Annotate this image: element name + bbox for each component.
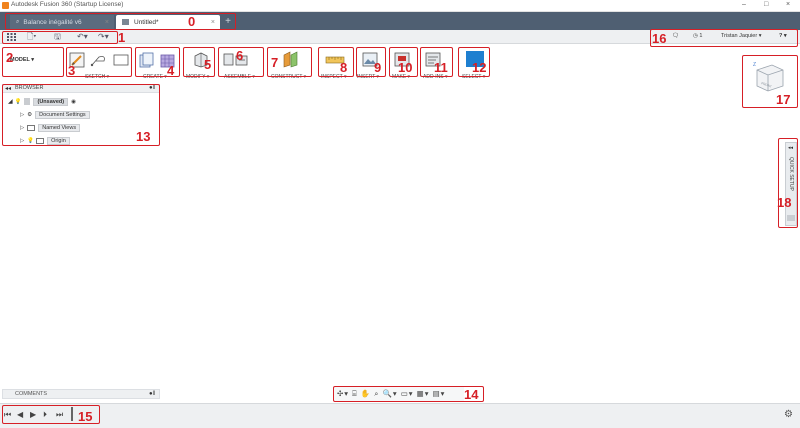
timeline-settings-gear-icon[interactable]: ⚙ — [784, 409, 793, 420]
title-bar: Autodesk Fusion 360 (Startup License) – … — [0, 0, 800, 12]
minimize-button[interactable]: – — [742, 1, 746, 8]
callout-number-10: 10 — [398, 60, 413, 75]
callout-number-18: 18 — [777, 195, 792, 210]
fusion-logo-icon — [2, 2, 9, 9]
comments-panel-header[interactable]: COMMENTS ●‖ — [2, 389, 160, 399]
callout-box-9 — [356, 47, 386, 77]
window-title: Autodesk Fusion 360 (Startup License) — [11, 1, 124, 8]
callout-number-3: 3 — [68, 63, 76, 78]
callout-box-14 — [333, 386, 484, 402]
callout-number-16: 16 — [652, 31, 667, 46]
callout-box-8 — [318, 47, 354, 77]
callout-box-1 — [2, 31, 118, 44]
close-window-button[interactable]: × — [786, 1, 790, 8]
callout-number-11: 11 — [434, 60, 448, 75]
callout-box-18 — [778, 138, 798, 228]
comments-toggle-icon[interactable]: ●‖ — [149, 391, 155, 397]
callout-number-14: 14 — [464, 387, 479, 402]
callout-number-2: 2 — [6, 50, 14, 65]
callout-number-0: 0 — [188, 14, 196, 29]
callout-number-15: 15 — [78, 409, 93, 424]
comments-title: COMMENTS — [15, 391, 48, 397]
timeline-bar — [0, 403, 800, 428]
callout-box-16 — [650, 29, 798, 47]
callout-number-5: 5 — [204, 57, 212, 72]
callout-number-6: 6 — [236, 48, 244, 63]
callout-number-12: 12 — [472, 60, 487, 75]
callout-number-7: 7 — [271, 55, 279, 70]
maximize-button[interactable]: □ — [764, 1, 768, 8]
callout-box-0 — [5, 13, 236, 30]
callout-number-17: 17 — [776, 92, 791, 107]
callout-box-3 — [66, 47, 132, 77]
callout-number-9: 9 — [374, 60, 382, 75]
callout-number-13: 13 — [136, 129, 151, 144]
callout-number-4: 4 — [167, 63, 175, 78]
callout-number-1: 1 — [118, 30, 126, 45]
callout-number-8: 8 — [340, 60, 348, 75]
